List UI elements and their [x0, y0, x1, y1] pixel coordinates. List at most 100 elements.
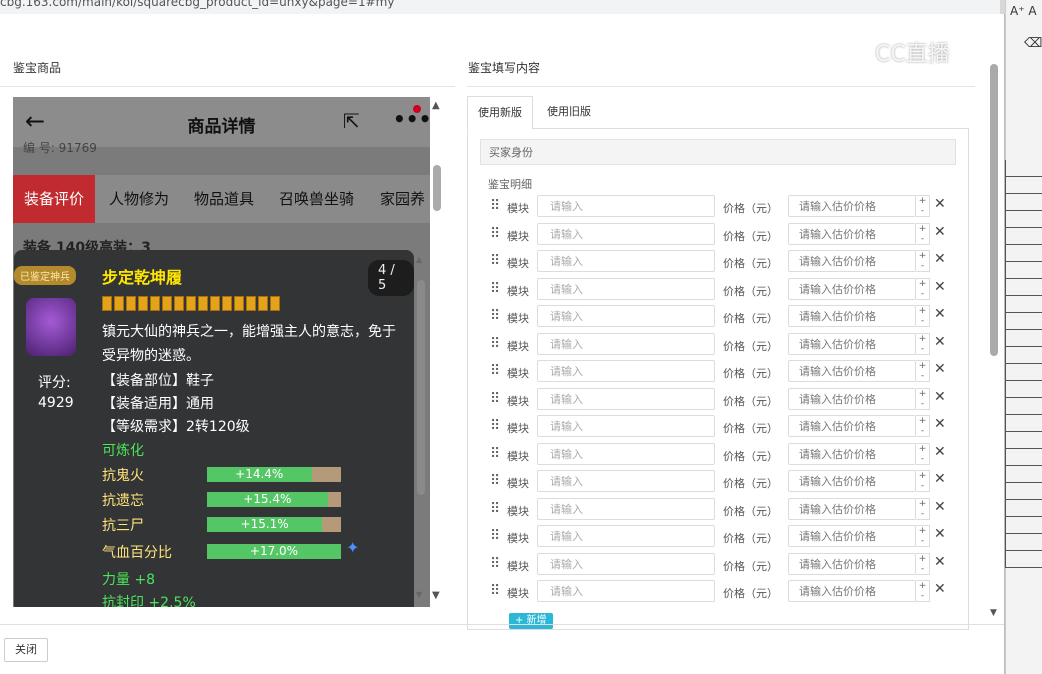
delete-row-icon[interactable]: ✕	[934, 581, 946, 597]
buyer-identity-section[interactable]: 买家身份	[480, 139, 956, 165]
address-bar[interactable]: cbg.163.com/main/kol/squarecbg_product_i…	[0, 0, 1000, 14]
module-input[interactable]: 请输入	[537, 497, 715, 520]
price-stepper[interactable]: + -	[916, 525, 930, 547]
drag-handle-icon[interactable]: ⠿	[490, 281, 500, 297]
price-input[interactable]: 请输入估价价格	[788, 360, 916, 382]
drag-handle-icon[interactable]: ⠿	[490, 418, 500, 434]
delete-row-icon[interactable]: ✕	[934, 306, 946, 322]
card-scrollbar-thumb[interactable]	[417, 280, 425, 495]
price-stepper[interactable]: + -	[916, 442, 930, 465]
tab-pets-mounts[interactable]: 召唤兽坐骑	[279, 175, 354, 223]
price-input[interactable]: 请输入估价价格	[788, 580, 916, 602]
delete-row-icon[interactable]: ✕	[934, 334, 946, 350]
delete-row-icon[interactable]: ✕	[934, 416, 946, 432]
price-stepper[interactable]: + -	[916, 277, 930, 300]
scrollbar-thumb[interactable]	[433, 165, 441, 211]
module-input[interactable]: 请输入	[537, 250, 715, 272]
price-input[interactable]: 请输入估价价格	[788, 222, 916, 245]
tab-home[interactable]: 家园养	[380, 175, 425, 223]
price-stepper[interactable]: + -	[916, 497, 930, 520]
delete-row-icon[interactable]: ✕	[934, 526, 946, 542]
delete-row-icon[interactable]: ✕	[934, 554, 946, 570]
scroll-down-arrow-icon[interactable]: ▼	[432, 590, 440, 601]
drag-handle-icon[interactable]: ⠿	[490, 501, 500, 517]
price-stepper[interactable]: + -	[916, 305, 930, 327]
drag-handle-icon[interactable]: ⠿	[490, 336, 500, 352]
module-input[interactable]: 请输入	[537, 277, 715, 300]
scroll-up-arrow-icon[interactable]: ▲	[432, 100, 440, 111]
form-scrollbar-thumb[interactable]	[990, 64, 998, 356]
delete-row-icon[interactable]: ✕	[934, 196, 946, 212]
delete-row-icon[interactable]: ✕	[934, 389, 946, 405]
eraser-icon[interactable]: ⌫	[1024, 36, 1042, 51]
drag-handle-icon[interactable]: ⠿	[490, 226, 500, 242]
price-input[interactable]: 请输入估价价格	[788, 525, 916, 547]
module-input[interactable]: 请输入	[537, 470, 715, 492]
tab-old-version[interactable]: 使用旧版	[537, 96, 601, 128]
tab-items[interactable]: 物品道具	[194, 175, 254, 223]
module-input[interactable]: 请输入	[537, 415, 715, 437]
close-button[interactable]: 关闭	[4, 638, 48, 662]
module-input[interactable]: 请输入	[537, 360, 715, 382]
card-scroll-down-icon[interactable]: ▼	[416, 590, 422, 599]
price-input[interactable]: 请输入估价价格	[788, 497, 916, 520]
drag-handle-icon[interactable]: ⠿	[490, 556, 500, 572]
module-input[interactable]: 请输入	[537, 305, 715, 327]
add-row-button[interactable]: + 新增	[509, 613, 553, 629]
delete-row-icon[interactable]: ✕	[934, 251, 946, 267]
price-stepper[interactable]: + -	[916, 250, 930, 272]
module-input[interactable]: 请输入	[537, 442, 715, 465]
drag-handle-icon[interactable]: ⠿	[490, 363, 500, 379]
drag-handle-icon[interactable]: ⠿	[490, 583, 500, 599]
module-input[interactable]: 请输入	[537, 552, 715, 575]
grid-cell	[1005, 483, 1042, 500]
module-input[interactable]: 请输入	[537, 580, 715, 602]
card-scroll-up-icon[interactable]: ▲	[416, 255, 422, 264]
module-input[interactable]: 请输入	[537, 387, 715, 410]
price-stepper[interactable]: + -	[916, 195, 930, 217]
drag-handle-icon[interactable]: ⠿	[490, 391, 500, 407]
drag-handle-icon[interactable]: ⠿	[490, 446, 500, 462]
drag-handle-icon[interactable]: ⠿	[490, 198, 500, 214]
price-input[interactable]: 请输入估价价格	[788, 552, 916, 575]
module-input[interactable]: 请输入	[537, 525, 715, 547]
share-icon[interactable]: ⇱	[343, 109, 360, 133]
delete-row-icon[interactable]: ✕	[934, 499, 946, 515]
price-input[interactable]: 请输入估价价格	[788, 442, 916, 465]
more-icon[interactable]: •••	[393, 107, 430, 131]
price-input[interactable]: 请输入估价价格	[788, 415, 916, 437]
price-stepper[interactable]: + -	[916, 552, 930, 575]
price-stepper[interactable]: + -	[916, 580, 930, 602]
module-input[interactable]: 请输入	[537, 195, 715, 217]
price-stepper[interactable]: + -	[916, 415, 930, 437]
price-input[interactable]: 请输入估价价格	[788, 332, 916, 355]
appraised-badge: 已鉴定神兵	[14, 266, 76, 285]
drag-handle-icon[interactable]: ⠿	[490, 253, 500, 269]
delete-row-icon[interactable]: ✕	[934, 471, 946, 487]
form-scroll-down-icon[interactable]: ▼	[990, 608, 997, 618]
text-size-icons[interactable]: A⁺ A	[1010, 4, 1037, 18]
price-stepper[interactable]: + -	[916, 222, 930, 245]
drag-handle-icon[interactable]: ⠿	[490, 473, 500, 489]
price-input[interactable]: 请输入估价价格	[788, 470, 916, 492]
price-stepper[interactable]: + -	[916, 470, 930, 492]
delete-row-icon[interactable]: ✕	[934, 361, 946, 377]
price-stepper[interactable]: + -	[916, 360, 930, 382]
tab-new-version[interactable]: 使用新版	[467, 96, 533, 130]
price-input[interactable]: 请输入估价价格	[788, 387, 916, 410]
price-input[interactable]: 请输入估价价格	[788, 195, 916, 217]
tab-character[interactable]: 人物修为	[109, 175, 169, 223]
delete-row-icon[interactable]: ✕	[934, 279, 946, 295]
price-input[interactable]: 请输入估价价格	[788, 305, 916, 327]
module-input[interactable]: 请输入	[537, 222, 715, 245]
tab-equipment-rating[interactable]: 装备评价	[13, 175, 96, 223]
delete-row-icon[interactable]: ✕	[934, 224, 946, 240]
delete-row-icon[interactable]: ✕	[934, 444, 946, 460]
price-stepper[interactable]: + -	[916, 387, 930, 410]
drag-handle-icon[interactable]: ⠿	[490, 528, 500, 544]
module-input[interactable]: 请输入	[537, 332, 715, 355]
price-input[interactable]: 请输入估价价格	[788, 277, 916, 300]
drag-handle-icon[interactable]: ⠿	[490, 308, 500, 324]
price-stepper[interactable]: + -	[916, 332, 930, 355]
price-input[interactable]: 请输入估价价格	[788, 250, 916, 272]
